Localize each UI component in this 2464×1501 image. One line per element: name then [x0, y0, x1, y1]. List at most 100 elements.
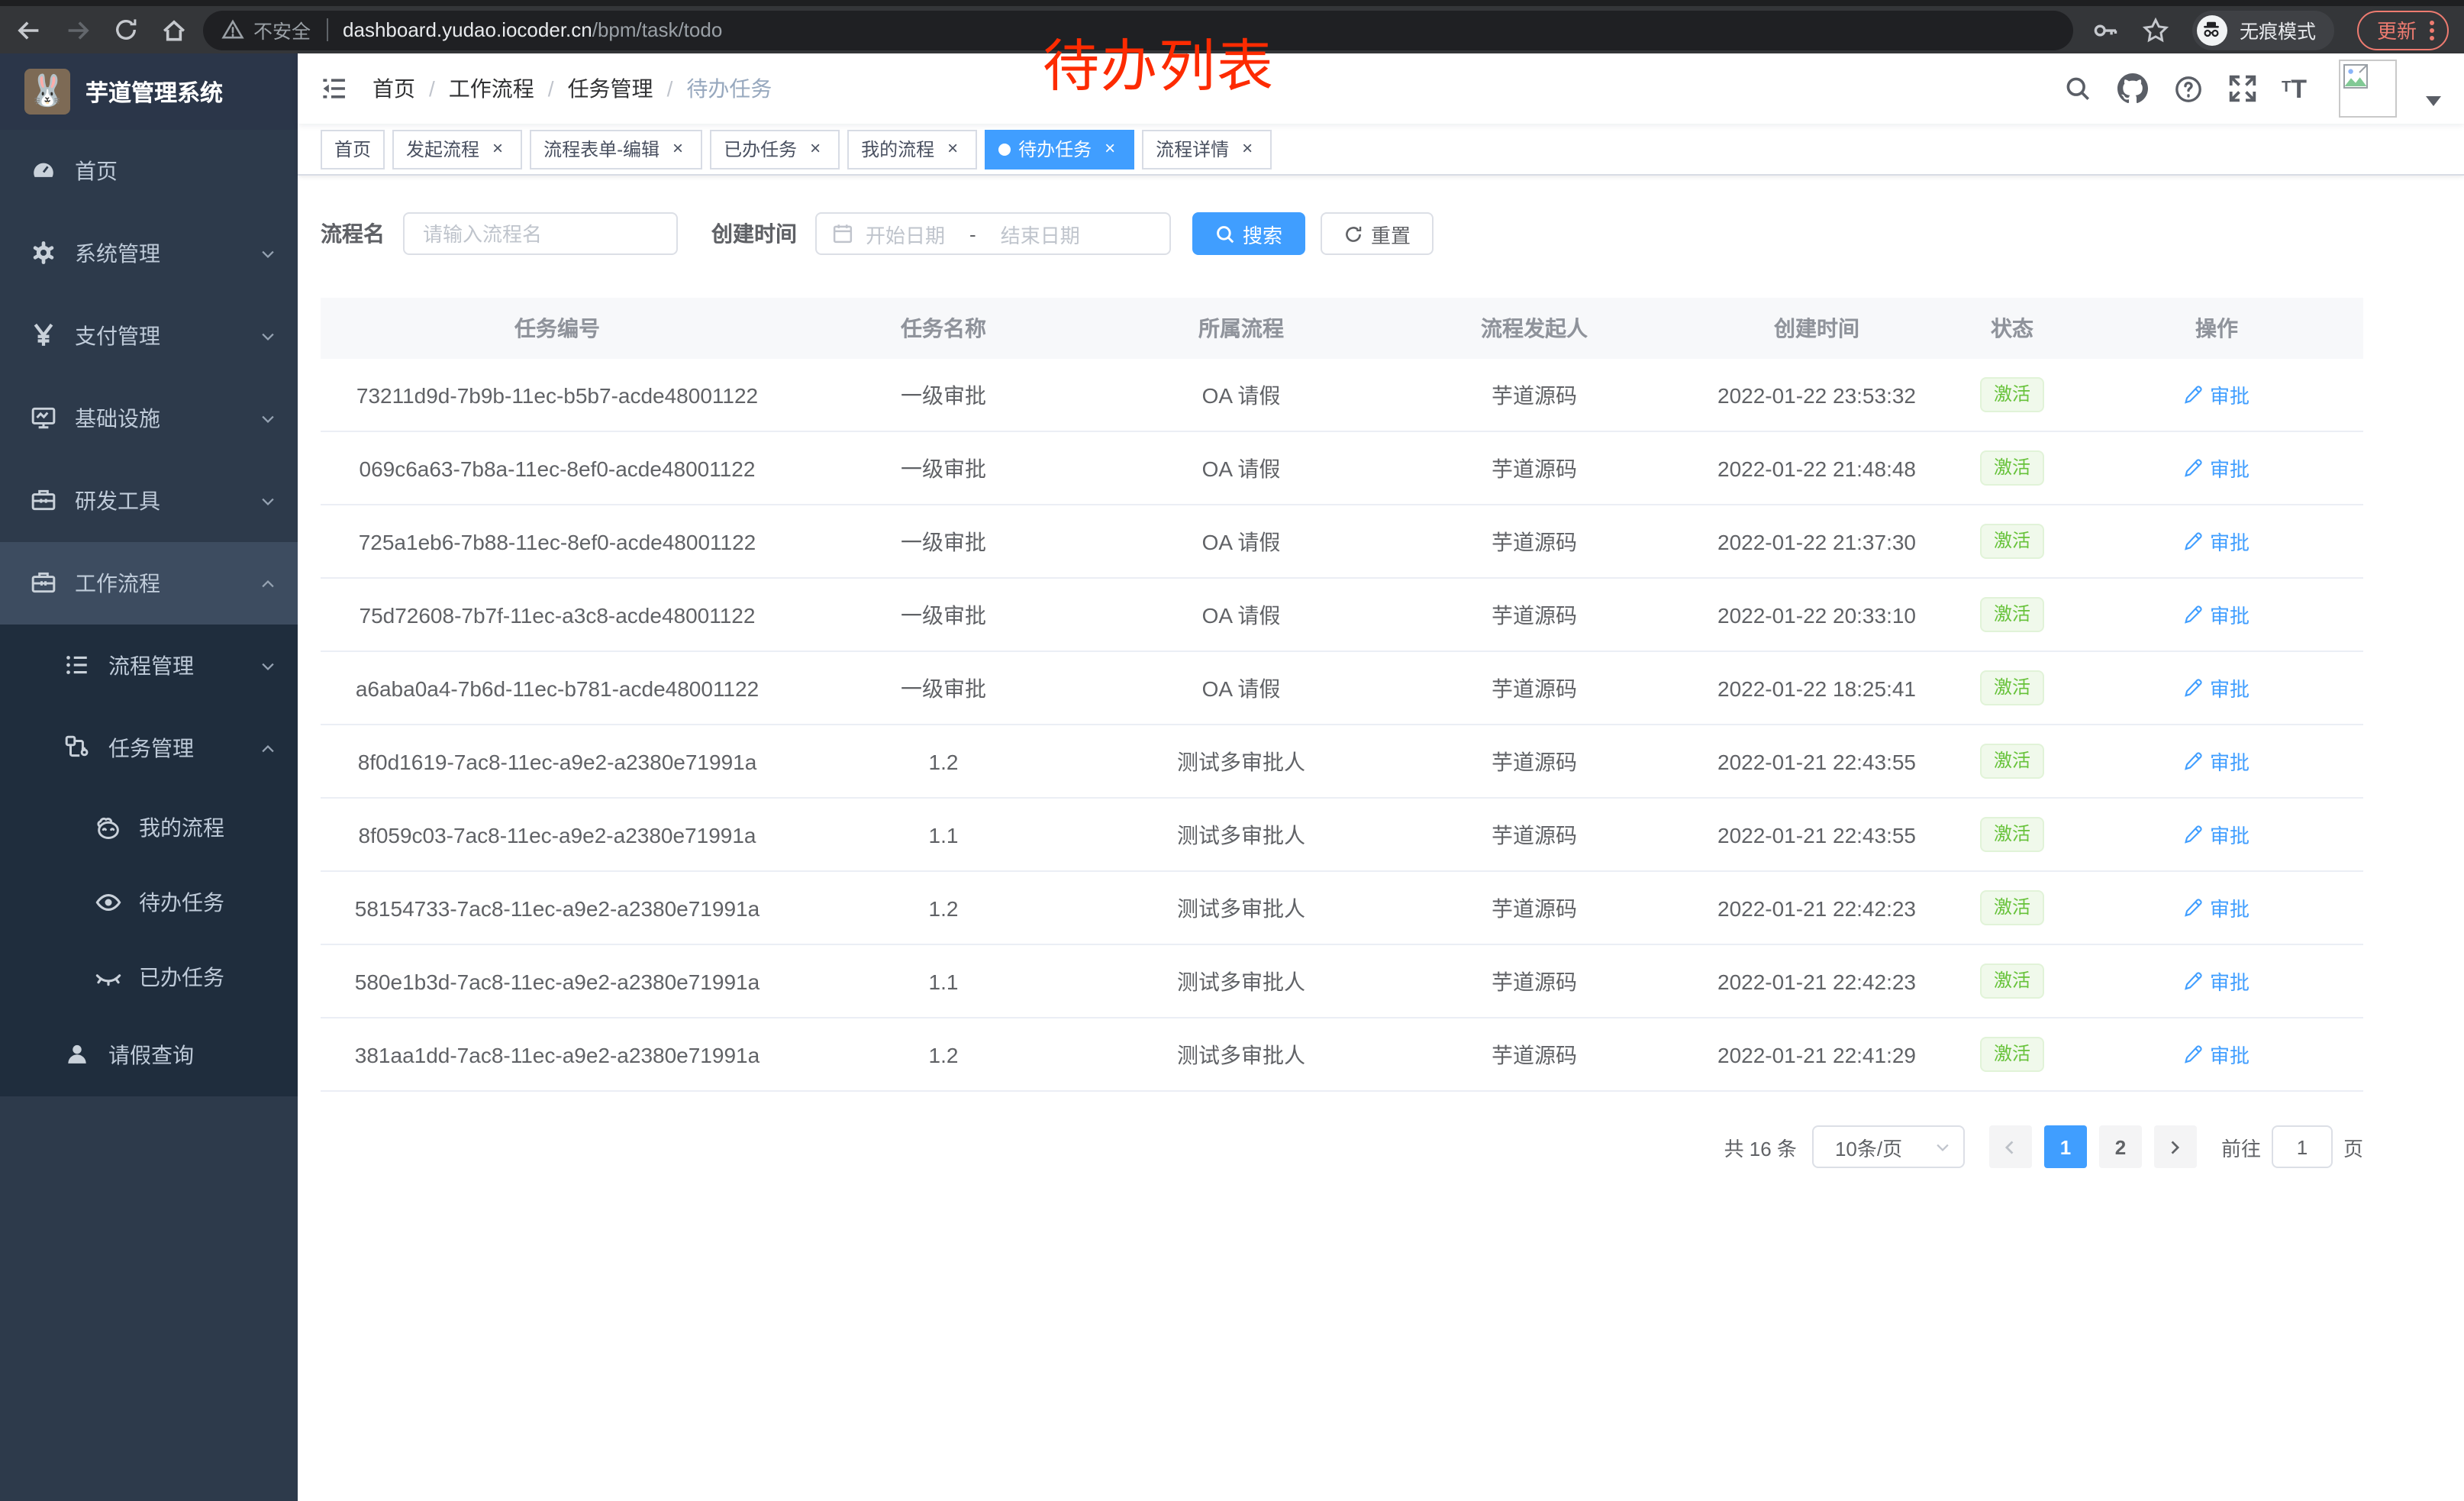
top-navbar: 首页 / 工作流程 / 任务管理 / 待办任务	[298, 53, 2464, 124]
cell-actions: 审批	[2070, 600, 2363, 629]
status-badge: 激活	[1980, 451, 2044, 486]
browser-reload-icon[interactable]	[113, 17, 139, 43]
approve-link[interactable]: 审批	[2184, 380, 2250, 409]
sidebar-item-label: 任务管理	[108, 733, 194, 763]
reset-button[interactable]: 重置	[1321, 212, 1434, 255]
breadcrumb-item[interactable]: 待办任务	[686, 73, 772, 104]
status-badge: 激活	[1980, 1038, 2044, 1072]
cell-created: 2022-01-22 21:48:48	[1679, 456, 1954, 480]
table-row[interactable]: 381aa1dd-7ac8-11ec-a9e2-a2380e71991a 1.2…	[321, 1018, 2363, 1092]
approve-link[interactable]: 审批	[2184, 454, 2250, 483]
view-tab-label: 流程表单-编辑	[543, 136, 660, 162]
font-size-icon[interactable]: TT	[2282, 76, 2307, 102]
view-tab[interactable]: 我的流程 ×	[847, 129, 977, 169]
approve-link[interactable]: 审批	[2184, 747, 2250, 776]
approve-link-label: 审批	[2210, 747, 2250, 776]
sidebar-item[interactable]: 基础设施	[0, 377, 298, 460]
sidebar-item[interactable]: 我的流程	[0, 789, 298, 864]
table-column-header: 流程发起人	[1389, 313, 1679, 344]
next-page-button[interactable]	[2154, 1125, 2197, 1168]
table-row[interactable]: 8f0d1619-7ac8-11ec-a9e2-a2380e71991a 1.2…	[321, 725, 2363, 799]
select-caret-icon	[1934, 1138, 1951, 1155]
table-row[interactable]: a6aba0a4-7b6d-11ec-b781-acde48001122 一级审…	[321, 652, 2363, 725]
cell-created: 2022-01-21 22:43:55	[1679, 822, 1954, 847]
tab-close-icon[interactable]: ×	[487, 138, 508, 160]
cell-task-id: 725a1eb6-7b88-11ec-8ef0-acde48001122	[321, 529, 794, 554]
table-row[interactable]: 75d72608-7b7f-11ec-a3c8-acde48001122 一级审…	[321, 579, 2363, 652]
help-icon[interactable]	[2173, 74, 2202, 103]
table-row[interactable]: 8f059c03-7ac8-11ec-a9e2-a2380e71991a 1.1…	[321, 799, 2363, 872]
tab-close-icon[interactable]: ×	[942, 138, 963, 160]
tree-list-icon	[64, 652, 92, 679]
table-row[interactable]: 580e1b3d-7ac8-11ec-a9e2-a2380e71991a 1.1…	[321, 945, 2363, 1018]
caret-down-icon[interactable]	[2426, 95, 2441, 106]
sidebar-item[interactable]: 请假查询	[0, 1014, 298, 1096]
view-tab-label: 首页	[334, 136, 371, 162]
incognito-label: 无痕模式	[2240, 15, 2316, 44]
approve-link[interactable]: 审批	[2184, 893, 2250, 922]
browser-menu-dots-icon[interactable]	[2429, 18, 2435, 42]
view-tab[interactable]: 流程表单-编辑 ×	[530, 129, 702, 169]
sidebar-item[interactable]: 工作流程	[0, 542, 298, 625]
breadcrumb-item[interactable]: 工作流程	[449, 73, 534, 104]
table-row[interactable]: 069c6a63-7b8a-11ec-8ef0-acde48001122 一级审…	[321, 432, 2363, 505]
app-logo-row[interactable]: 🐰 芋道管理系统	[0, 53, 298, 130]
sidebar-item[interactable]: 研发工具	[0, 460, 298, 542]
table-row[interactable]: 58154733-7ac8-11ec-a9e2-a2380e71991a 1.2…	[321, 872, 2363, 945]
sidebar-item[interactable]: 任务管理	[0, 707, 298, 789]
approve-link[interactable]: 审批	[2184, 1040, 2250, 1069]
view-tab[interactable]: 首页	[321, 129, 385, 169]
sidebar-item[interactable]: 首页	[0, 130, 298, 212]
browser-back-icon[interactable]	[15, 16, 43, 44]
browser-forward-icon[interactable]	[64, 16, 92, 44]
sidebar-item[interactable]: 支付管理	[0, 295, 298, 377]
browser-home-icon[interactable]	[160, 16, 188, 44]
sidebar-item[interactable]: 系统管理	[0, 212, 298, 295]
breadcrumb-item[interactable]: 首页	[373, 73, 415, 104]
chevron-icon	[260, 575, 276, 592]
tab-close-icon[interactable]: ×	[1099, 138, 1121, 160]
dashboard-icon	[31, 157, 58, 185]
page-content: 流程名 创建时间 开始日期 - 结束日期 搜索 重	[298, 176, 2464, 1501]
approve-link[interactable]: 审批	[2184, 820, 2250, 849]
approve-link[interactable]: 审批	[2184, 673, 2250, 702]
search-button[interactable]: 搜索	[1192, 212, 1305, 255]
table-row[interactable]: 725a1eb6-7b88-11ec-8ef0-acde48001122 一级审…	[321, 505, 2363, 579]
view-tab[interactable]: 流程详情 ×	[1142, 129, 1272, 169]
sidebar-item[interactable]: 已办任务	[0, 939, 298, 1014]
cell-starter: 芋道源码	[1389, 526, 1679, 557]
page-number-button[interactable]: 1	[2044, 1125, 2087, 1168]
tab-close-icon[interactable]: ×	[1237, 138, 1258, 160]
tab-close-icon[interactable]: ×	[805, 138, 826, 160]
bookmark-star-icon[interactable]	[2142, 16, 2169, 44]
fullscreen-icon[interactable]	[2228, 75, 2256, 102]
cell-task-name: 一级审批	[794, 526, 1093, 557]
github-icon[interactable]	[2117, 73, 2147, 104]
cell-starter: 芋道源码	[1389, 893, 1679, 923]
approve-link[interactable]: 审批	[2184, 527, 2250, 556]
tab-close-icon[interactable]: ×	[667, 138, 689, 160]
table-row[interactable]: 73211d9d-7b9b-11ec-b5b7-acde48001122 一级审…	[321, 359, 2363, 432]
view-tab[interactable]: 已办任务 ×	[710, 129, 840, 169]
goto-page-input[interactable]	[2272, 1125, 2333, 1168]
sidebar-item[interactable]: 待办任务	[0, 864, 298, 939]
breadcrumb-item[interactable]: 任务管理	[568, 73, 653, 104]
edit-pen-icon	[2184, 605, 2204, 625]
approve-link[interactable]: 审批	[2184, 967, 2250, 996]
update-button[interactable]: 更新	[2357, 10, 2449, 50]
process-name-input[interactable]	[403, 212, 678, 255]
avatar[interactable]	[2339, 60, 2397, 118]
date-range-picker[interactable]: 开始日期 - 结束日期	[815, 212, 1171, 255]
approve-link[interactable]: 审批	[2184, 600, 2250, 629]
prev-page-button[interactable]	[1989, 1125, 2032, 1168]
sidebar-toggle-icon[interactable]	[321, 75, 348, 102]
edit-pen-icon	[2184, 971, 2204, 991]
view-tab[interactable]: 发起流程 ×	[392, 129, 522, 169]
view-tab[interactable]: 待办任务 ×	[985, 129, 1134, 169]
page-number-button[interactable]: 2	[2099, 1125, 2142, 1168]
key-icon[interactable]	[2091, 16, 2119, 44]
search-icon[interactable]	[2063, 75, 2091, 102]
cell-task-name: 1.1	[794, 969, 1093, 993]
sidebar-item[interactable]: 流程管理	[0, 625, 298, 707]
page-size-select[interactable]: 10条/页	[1812, 1125, 1965, 1168]
